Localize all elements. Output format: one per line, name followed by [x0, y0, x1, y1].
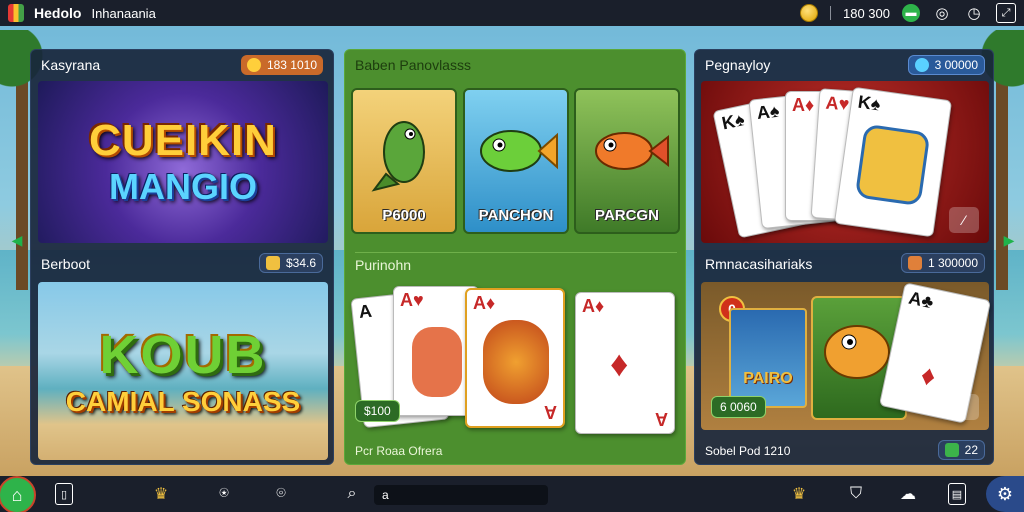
middle-panel: Baben Panovlasss P6000 PANCHON PARCGN Pu… — [344, 49, 686, 465]
game-banner-koub[interactable]: KOUB CAMIAL SONASS — [38, 282, 328, 460]
banner-subtitle: MANGIO — [109, 166, 257, 207]
game-banner-cueikin[interactable]: CUEIKIN MANGIO — [38, 81, 328, 243]
card-rank: A♦ — [582, 296, 605, 316]
news-icon[interactable]: ▤ — [948, 483, 966, 505]
wallet-icon[interactable]: ▯ — [55, 483, 73, 505]
chip-value: 1 300000 — [927, 256, 978, 270]
app-title: Hedolo — [34, 5, 82, 21]
card-rank: K♠ — [720, 109, 747, 134]
trophy-icon[interactable]: ♛ — [788, 483, 810, 505]
chip-value: $34.6 — [285, 256, 316, 270]
fullscreen-icon[interactable]: ⤢ — [996, 3, 1016, 23]
card-rank: A♣ — [906, 287, 936, 313]
prev-arrow-icon[interactable]: ◀ — [12, 232, 23, 248]
card-rank: K♠ — [856, 91, 882, 115]
card-art — [854, 123, 931, 207]
search-input[interactable] — [374, 485, 548, 505]
tile-label: PAIRO — [743, 370, 793, 387]
section-label: Pegnayloy — [705, 57, 771, 73]
price-chip[interactable]: 6 0060 — [711, 396, 766, 418]
app-logo-icon — [8, 4, 24, 22]
right-panel: Pegnayloy 3 00000 K♠ A♠ A♦ A♥ K♠ ⁄ Rmnac… — [694, 49, 994, 465]
search-icon — [914, 58, 929, 72]
clock-icon[interactable]: ◷ — [964, 3, 984, 23]
app-subtitle: Inhanaania — [91, 5, 156, 21]
card-rank: A — [655, 409, 668, 429]
playing-card[interactable]: A♦ ♦ A — [575, 292, 675, 434]
fish-game-tile[interactable]: P6000 — [351, 88, 457, 234]
edit-icon[interactable]: ⁄ — [949, 207, 979, 233]
card-rank: A♦ — [792, 95, 815, 115]
card-art — [483, 320, 549, 404]
chip-value: 3 00000 — [934, 58, 978, 72]
banner-subtitle: CAMIAL SONASS — [65, 386, 301, 417]
banner-title: KOUB — [99, 325, 267, 385]
home-icon[interactable]: ⌂ — [0, 476, 36, 512]
card-rank: A — [357, 300, 373, 322]
coin-icon[interactable] — [800, 4, 818, 22]
playing-card[interactable]: A♦ A — [465, 288, 565, 428]
jackpot-chip[interactable]: 3 00000 — [907, 55, 985, 75]
next-arrow-icon[interactable]: ▶ — [1004, 232, 1015, 248]
top-bar: Hedolo Inhanaania 180 300 ▬ ◎ ◷ ⤢ — [0, 0, 1024, 26]
chip-value: 22 — [964, 443, 978, 457]
fish-game-tile[interactable]: PARCGN — [574, 88, 680, 234]
poker-banner[interactable]: K♠ A♠ A♦ A♥ K♠ ⁄ — [701, 81, 989, 243]
cash-icon — [265, 256, 280, 270]
price-chip[interactable]: $100 — [355, 400, 400, 422]
divider — [830, 6, 831, 20]
section-label: Berboot — [41, 256, 91, 272]
section-label: Baben Panovlasss — [355, 57, 471, 73]
card-art — [412, 327, 462, 397]
card-rank: A♦ — [473, 293, 496, 313]
left-panel: Kasyrana 183 1010 CUEIKIN MANGIO Berboot… — [30, 49, 334, 465]
section-label: Kasyrana — [41, 57, 101, 73]
chip-icon[interactable]: ⍟ — [213, 483, 235, 505]
fish-slot-tile[interactable]: PAIRO — [729, 308, 807, 408]
settings-icon[interactable]: ⚙ — [986, 476, 1024, 512]
fish-icon — [576, 90, 678, 207]
jackpot-chip[interactable]: 183 1010 — [240, 55, 323, 75]
coin-icon — [246, 58, 261, 72]
location-icon[interactable]: ⌾ — [270, 483, 292, 505]
diamond-icon: ♦ — [918, 358, 939, 393]
card-rank: A♥ — [824, 92, 850, 115]
shield-icon[interactable]: ⛉ — [845, 483, 867, 505]
fish-game-tile[interactable]: PANCHON — [463, 88, 569, 234]
diamond-icon: ♦ — [610, 343, 629, 384]
bottom-bar: ⌂ ▯ ♛ ⍟ ⌾ ⌕ ♛ ⛉ ☁ ▤ ⚙ — [0, 476, 1024, 512]
panel-footer: Sobel Pod 1210 — [705, 444, 791, 458]
target-icon[interactable]: ◎ — [932, 3, 952, 23]
panel-footer: Pcr Roaa Ofrera — [355, 444, 443, 458]
price-chip[interactable]: $34.6 — [258, 253, 323, 273]
fish-slot-banner[interactable]: 0 PAIRO A♣ ♦ 6 0060 ⁄ — [701, 282, 992, 430]
cloud-icon[interactable]: ☁ — [897, 483, 919, 505]
fish-icon — [353, 90, 455, 207]
gem-icon[interactable]: ▬ — [902, 4, 920, 22]
card-icon — [944, 443, 959, 457]
chip-value: 183 1010 — [266, 58, 317, 72]
card-rank: A♠ — [755, 100, 781, 123]
section-label: Purinohn — [355, 256, 412, 273]
balance-value: 180 300 — [843, 5, 890, 21]
tile-label: P6000 — [382, 207, 426, 224]
search-icon[interactable]: ⌕ — [341, 483, 363, 505]
edit-icon[interactable]: ⁄ — [949, 394, 979, 420]
count-chip[interactable]: 22 — [937, 440, 985, 460]
banner-title: CUEIKIN — [89, 116, 277, 165]
jackpot-chip[interactable]: 1 300000 — [900, 253, 985, 273]
tile-label: PANCHON — [478, 207, 554, 224]
card-rank: A — [544, 402, 557, 422]
tile-label: PARCGN — [595, 207, 659, 224]
card-rank: A♥ — [400, 290, 424, 310]
crown-icon[interactable]: ♛ — [150, 483, 172, 505]
fish-icon — [465, 90, 567, 207]
section-label: Rmnacasihariaks — [705, 256, 813, 272]
gift-icon — [907, 256, 922, 270]
playing-card[interactable]: K♠ — [833, 86, 953, 238]
